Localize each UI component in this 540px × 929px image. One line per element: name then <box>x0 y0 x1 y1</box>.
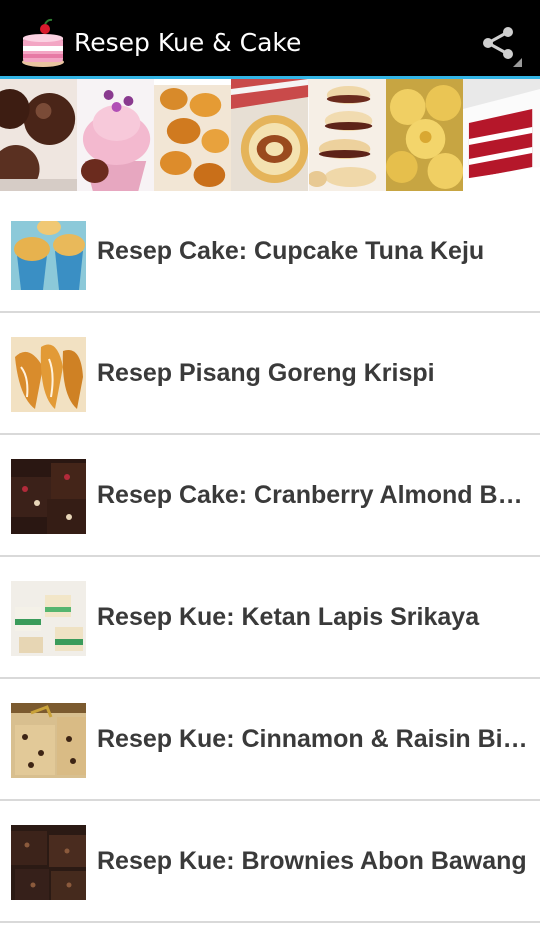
list-item[interactable]: Resep Kue: Cinnamon & Raisin Bi… <box>0 679 540 801</box>
recipe-title: Resep Kue: Ketan Lapis Srikaya <box>97 603 480 631</box>
brownies-abon-thumb <box>11 825 86 900</box>
share-icon <box>483 27 522 67</box>
red-velvet-cake-photo <box>462 79 540 191</box>
cupcake-thumb <box>11 215 86 290</box>
layered-sticky-rice-thumb <box>11 581 86 656</box>
chocolate-truffles-photo <box>0 79 78 191</box>
list-item[interactable]: Resep Cake: Cranberry Almond Br… <box>0 435 540 557</box>
status-bar <box>0 0 540 10</box>
recipe-title: Resep Kue: Brownies Abon Bawang <box>97 847 527 875</box>
golden-cookies-photo <box>154 79 232 191</box>
recipe-title: Resep Cake: Cranberry Almond Br… <box>97 481 529 509</box>
cinnamon-raisin-thumb <box>11 703 86 778</box>
list-item[interactable]: Resep Kue: Brownies Abon Bawang <box>0 801 540 923</box>
fried-banana-thumb <box>11 337 86 412</box>
recipe-title: Resep Cake: Cupcake Tuna Keju <box>97 237 485 265</box>
recipe-list: Resep Cake: Cupcake Tuna Keju Resep Pisa… <box>0 191 540 923</box>
header-banner <box>0 79 540 191</box>
recipe-title: Resep Pisang Goreng Krispi <box>97 359 435 387</box>
cheese-tarts-photo <box>385 79 463 191</box>
cranberry-brownie-thumb <box>11 459 86 534</box>
app-title: Resep Kue & Cake <box>74 28 302 57</box>
share-button[interactable] <box>472 20 528 70</box>
pink-cupcake-photo <box>77 79 155 191</box>
list-item[interactable]: Resep Pisang Goreng Krispi <box>0 313 540 435</box>
list-item[interactable]: Resep Cake: Cupcake Tuna Keju <box>0 191 540 313</box>
action-bar: Resep Kue & Cake <box>0 10 540 76</box>
cake-icon[interactable] <box>20 18 66 68</box>
swiss-roll-photo <box>231 79 309 191</box>
sandwich-cookies-photo <box>308 79 386 191</box>
list-item[interactable]: Resep Kue: Ketan Lapis Srikaya <box>0 557 540 679</box>
recipe-title: Resep Kue: Cinnamon & Raisin Bi… <box>97 725 528 753</box>
